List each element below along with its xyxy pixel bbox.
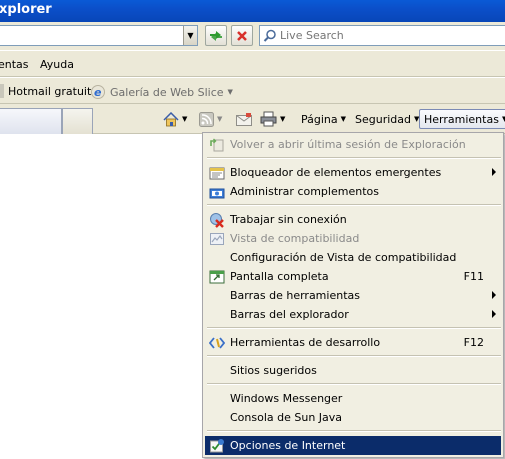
menu-item-toolbars[interactable]: Barras de herramientas xyxy=(205,286,501,305)
menu-item-label: Consola de Sun Java xyxy=(230,411,343,424)
new-tab-button[interactable] xyxy=(62,108,93,134)
menu-item-suggested-sites[interactable]: Sitios sugeridos xyxy=(205,361,501,380)
menu-item-manage-addons[interactable]: Administrar complementos xyxy=(205,182,501,201)
dev-tools-icon xyxy=(209,335,225,351)
tools-menu-label: Herramientas xyxy=(424,112,499,126)
menu-item-internet-options[interactable]: Opciones de Internet xyxy=(205,436,501,455)
read-mail-button[interactable] xyxy=(236,110,252,128)
ie-icon: e xyxy=(91,85,105,99)
security-menu-label: Seguridad xyxy=(355,112,411,126)
chevron-down-icon[interactable]: ▼ xyxy=(182,115,187,123)
menu-item-windows-messenger[interactable]: Windows Messenger xyxy=(205,389,501,408)
favorite-label: Galería de Web Slice xyxy=(110,85,224,99)
address-toolbar: ▼ xyxy=(0,22,505,50)
menu-item-label: Trabajar sin conexión xyxy=(230,213,347,226)
menu-item-label: Windows Messenger xyxy=(230,392,343,405)
favorite-hotmail[interactable]: Hotmail gratuito xyxy=(0,84,98,98)
submenu-arrow-icon xyxy=(492,168,496,176)
menu-item-label: Pantalla completa xyxy=(230,270,329,283)
menu-item-compat-view-settings[interactable]: Configuración de Vista de compatibilidad xyxy=(205,248,501,267)
menu-item-label: Barras de herramientas xyxy=(230,289,360,302)
favorite-web-slice-gallery[interactable]: e Galería de Web Slice ▼ xyxy=(90,84,233,100)
search-input[interactable] xyxy=(280,29,500,42)
menu-item-label: Barras del explorador xyxy=(230,308,349,321)
menu-item-work-offline[interactable]: Trabajar sin conexión xyxy=(205,210,501,229)
submenu-arrow-icon xyxy=(492,291,496,299)
page-menu-label: Página xyxy=(301,112,338,126)
internet-options-icon xyxy=(209,438,225,454)
menu-item-label: Administrar complementos xyxy=(230,185,379,198)
chevron-down-icon[interactable]: ▼ xyxy=(280,115,285,123)
chevron-down-icon: ▼ xyxy=(187,31,194,40)
page-menu-button[interactable]: Página ▼ xyxy=(301,110,346,128)
menu-item-label: Sitios sugeridos xyxy=(230,364,317,377)
menu-item-developer-tools[interactable]: Herramientas de desarrollo F12 xyxy=(205,333,501,352)
addons-icon xyxy=(209,184,225,200)
command-bar: ▼ ▼ ▼ Página ▼ Seguridad ▼ Herramientas … xyxy=(0,104,505,134)
menu-item-label: Configuración de Vista de compatibilidad xyxy=(230,251,457,264)
menu-item-label: Volver a abrir última sesión de Explorac… xyxy=(230,138,466,151)
home-icon xyxy=(163,111,179,126)
offline-icon xyxy=(209,212,225,228)
reopen-session-icon xyxy=(209,137,225,153)
window-title-bar: xplorer xyxy=(0,0,505,22)
compat-view-icon xyxy=(209,231,225,247)
chevron-down-icon[interactable]: ▼ xyxy=(217,115,222,123)
stop-icon xyxy=(237,30,247,41)
tools-dropdown-menu: Volver a abrir última sesión de Explorac… xyxy=(202,132,504,458)
menu-item-ayuda[interactable]: Ayuda xyxy=(40,58,74,71)
menu-separator xyxy=(207,157,501,159)
feeds-button[interactable]: ▼ xyxy=(199,110,222,128)
tools-menu-button[interactable]: Herramientas ▼ xyxy=(419,109,505,129)
svg-text:e: e xyxy=(94,86,102,99)
submenu-arrow-icon xyxy=(492,310,496,318)
menu-separator xyxy=(207,204,501,206)
window-title: xplorer xyxy=(0,2,52,17)
menu-separator xyxy=(207,355,501,357)
address-dropdown-button[interactable]: ▼ xyxy=(183,26,197,45)
menu-separator xyxy=(207,430,501,432)
page-icon xyxy=(0,84,4,98)
favorite-label: Hotmail gratuito xyxy=(8,84,99,98)
printer-icon xyxy=(260,111,277,127)
stop-button[interactable] xyxy=(231,25,253,46)
menu-item-label: Herramientas de desarrollo xyxy=(230,336,381,349)
refresh-icon xyxy=(210,30,222,41)
menu-item-reopen-last-session[interactable]: Volver a abrir última sesión de Explorac… xyxy=(205,135,501,154)
popup-blocker-icon xyxy=(209,165,225,181)
mail-icon xyxy=(236,112,252,126)
shortcut-label: F11 xyxy=(463,270,484,283)
menu-item-sun-java-console[interactable]: Consola de Sun Java xyxy=(205,408,501,427)
favorites-bar: Hotmail gratuito e Galería de Web Slice … xyxy=(0,78,505,104)
menu-item-label: Bloqueador de elementos emergentes xyxy=(230,166,442,179)
menu-separator xyxy=(207,327,501,329)
tab-current[interactable] xyxy=(0,108,62,134)
refresh-button[interactable] xyxy=(205,25,227,46)
home-button[interactable]: ▼ xyxy=(163,110,187,128)
menu-item-favoritos[interactable]: entas xyxy=(0,58,29,71)
menu-item-full-screen[interactable]: Pantalla completa F11 xyxy=(205,267,501,286)
chevron-down-icon: ▼ xyxy=(340,115,347,123)
menu-bar: entas Ayuda xyxy=(0,50,505,77)
feeds-icon xyxy=(199,111,214,127)
menu-item-popup-blocker[interactable]: Bloqueador de elementos emergentes xyxy=(205,163,501,182)
menu-item-label: Opciones de Internet xyxy=(230,439,346,452)
menu-item-label: Vista de compatibilidad xyxy=(230,232,360,245)
chevron-down-icon[interactable]: ▼ xyxy=(228,88,233,96)
address-bar[interactable]: ▼ xyxy=(0,25,198,46)
security-menu-button[interactable]: Seguridad ▼ xyxy=(355,110,419,128)
menu-item-explorer-bars[interactable]: Barras del explorador xyxy=(205,305,501,324)
menu-item-compat-view[interactable]: Vista de compatibilidad xyxy=(205,229,501,248)
menu-separator xyxy=(207,383,501,385)
search-icon[interactable] xyxy=(260,26,280,45)
fullscreen-icon xyxy=(209,269,225,285)
search-box[interactable] xyxy=(259,25,505,46)
print-button[interactable]: ▼ xyxy=(260,110,285,128)
shortcut-label: F12 xyxy=(463,336,484,349)
